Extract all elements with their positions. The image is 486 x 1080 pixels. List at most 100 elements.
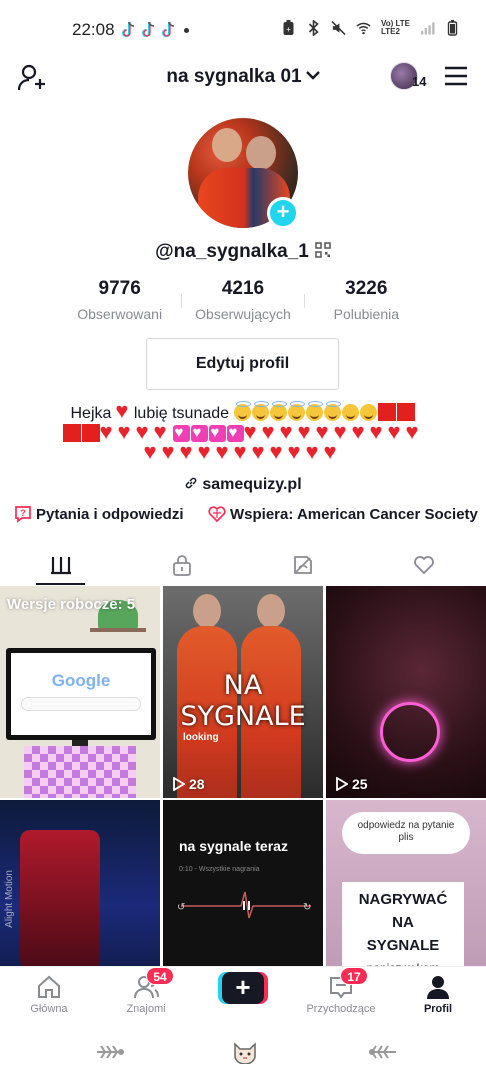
stat-label: Obserwujących xyxy=(195,306,291,322)
add-photo-button[interactable]: + xyxy=(267,197,299,229)
tab-private[interactable] xyxy=(121,544,242,586)
svg-text:?: ? xyxy=(20,508,26,518)
video-overlay-text: na sygnale teraz xyxy=(179,838,288,854)
qa-link[interactable]: ? Pytania i odpowiedzi xyxy=(14,505,184,523)
view-count-text: 28 xyxy=(189,776,205,792)
fishbone-icon[interactable] xyxy=(368,1040,398,1064)
decor-screen: Google xyxy=(11,653,151,735)
photo-figure xyxy=(212,128,242,162)
heart-emoji xyxy=(100,420,118,444)
bubble-line: odpowiedz na pytanie xyxy=(357,820,455,831)
decor-shelf xyxy=(90,628,146,632)
system-navigation-bar xyxy=(0,1026,486,1080)
stat-label: Polubienia xyxy=(333,306,400,322)
bio: Hejka lubię tsunade xyxy=(20,399,466,466)
stat-followers[interactable]: 4216 Obserwujących xyxy=(181,278,305,324)
question-bubble-icon: ? xyxy=(15,506,31,523)
photo-figure xyxy=(246,136,276,170)
home-icon xyxy=(38,975,60,998)
decor-monitor: Google xyxy=(6,648,156,740)
video-grid: Google Wersje robocze: 5 NA SYGNALE look… xyxy=(0,586,486,1012)
friends-badge: 54 xyxy=(146,967,174,985)
stat-value: 4216 xyxy=(221,278,265,299)
tab-reposts[interactable] xyxy=(242,544,363,586)
decor-checker xyxy=(24,746,136,798)
svg-text:↺: ↺ xyxy=(177,902,185,913)
link-icon xyxy=(186,477,197,489)
active-tab-indicator xyxy=(36,583,85,585)
heart-emoji xyxy=(406,420,424,444)
hidden-eye-icon xyxy=(293,556,312,574)
header-avatar-badge: 14 xyxy=(412,74,427,89)
grid-icon xyxy=(50,557,71,575)
stat-value: 9776 xyxy=(98,278,141,299)
video-tile[interactable]: 25 xyxy=(326,586,486,798)
tab-liked[interactable] xyxy=(363,544,484,586)
stat-value: 3226 xyxy=(345,278,388,299)
heart-emoji xyxy=(180,440,198,464)
question-bubble: odpowiedz na pytanie plis xyxy=(342,812,470,854)
answer-line: SYGNALE xyxy=(366,937,440,954)
drafts-tile[interactable]: Google Wersje robocze: 5 xyxy=(0,586,160,798)
answer-line: NA xyxy=(392,914,414,931)
menu-icon[interactable] xyxy=(444,66,468,86)
network-bottom: LTE2 xyxy=(380,27,400,36)
lock-icon xyxy=(172,555,191,576)
heart-emoji xyxy=(388,420,406,444)
google-logo: Google xyxy=(11,671,151,691)
create-button[interactable]: + xyxy=(218,972,268,1004)
stat-likes[interactable]: 3226 Polubienia xyxy=(305,278,428,324)
profile-header: na sygnalka 01 14 xyxy=(0,56,486,98)
view-count: 28 xyxy=(171,776,205,792)
heart-emoji xyxy=(270,440,288,464)
nav-label: Przychodzące xyxy=(306,1003,376,1015)
notification-dot xyxy=(184,27,189,33)
bio-link[interactable]: samequizy.pl xyxy=(0,476,486,494)
charity-heart-icon xyxy=(208,506,226,523)
stat-following[interactable]: 9776 Obserwowani xyxy=(58,278,181,324)
tiktok-icon xyxy=(122,21,135,37)
tab-videos[interactable] xyxy=(0,544,121,586)
fishbone-icon[interactable] xyxy=(95,1040,125,1064)
chevron-down-icon xyxy=(305,71,320,80)
heart-emoji xyxy=(198,440,216,464)
username-text: @na_sygnalka_1 xyxy=(155,241,309,262)
bubble-line: plis xyxy=(398,832,414,843)
mute-icon xyxy=(331,20,346,36)
video-caption: looking xyxy=(183,732,219,743)
nav-home[interactable]: Główna xyxy=(4,973,94,1015)
qa-label: Pytania i odpowiedzi xyxy=(36,506,184,523)
content-tabs xyxy=(0,544,486,586)
network-type: Vo) LTE LTE2 xyxy=(381,20,410,36)
link-text: samequizy.pl xyxy=(202,476,302,493)
cat-face-icon[interactable] xyxy=(230,1040,260,1064)
heart-emoji xyxy=(162,440,180,464)
tiktok-icon xyxy=(142,21,155,37)
inbox-badge: 17 xyxy=(340,967,368,985)
edit-profile-button[interactable]: Edytuj profil xyxy=(146,338,339,390)
supports-link[interactable]: Wspiera: American Cancer Society xyxy=(208,505,478,523)
status-time: 22:08 xyxy=(72,20,115,39)
qr-code-icon[interactable] xyxy=(315,242,331,258)
video-overlay-text: NA SYGNALE xyxy=(180,670,306,732)
profile-icon xyxy=(427,976,449,999)
audio-wave-graphic: ↺ ↻ xyxy=(177,891,311,919)
nav-profile[interactable]: Profil xyxy=(393,973,483,1015)
plus-icon: + xyxy=(222,972,264,1004)
answer-line: NAGRYWAĆ xyxy=(358,891,448,908)
bio-line-3 xyxy=(20,440,466,466)
nav-label: Znajomi xyxy=(126,1003,166,1015)
supports-label: Wspiera: American Cancer Society xyxy=(230,506,478,523)
heart-emoji xyxy=(324,440,342,464)
bottom-navigation: Główna Znajomi 54 + Przychodzące 17 Prof… xyxy=(0,966,486,1026)
decor-search-bar xyxy=(21,697,141,711)
nav-label: Główna xyxy=(30,1003,68,1015)
heart-emoji xyxy=(352,420,370,444)
stat-divider xyxy=(181,294,183,308)
video-subtext: 0:10 - Wszystkie nagrania xyxy=(179,866,260,873)
red-square-emoji xyxy=(81,424,100,442)
profile-meta: ? Pytania i odpowiedzi Wspiera: American … xyxy=(14,505,484,527)
red-square-emoji xyxy=(62,424,81,442)
heart-emoji xyxy=(370,420,388,444)
video-tile[interactable]: NA SYGNALE looking 28 xyxy=(163,586,323,798)
